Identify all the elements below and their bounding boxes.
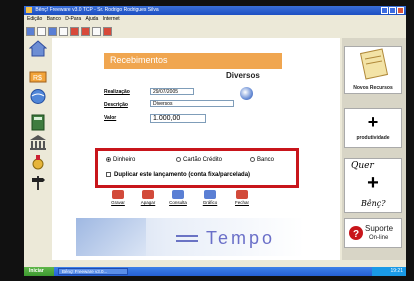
toolbar-print-icon[interactable] xyxy=(81,27,90,36)
home-icon[interactable] xyxy=(28,40,48,57)
refresh-icon[interactable] xyxy=(240,87,253,100)
consulta-button[interactable]: Consulta xyxy=(166,189,190,205)
ad-banner[interactable]: Tempo xyxy=(76,218,304,256)
fechar-button[interactable]: Fechar xyxy=(230,189,254,205)
right-panel: Novos Recursos + produtividade Quer + Bê… xyxy=(342,38,406,260)
valor-label: Valor xyxy=(104,115,117,121)
menu-item-edicao[interactable]: Edição xyxy=(27,16,42,22)
app-icon xyxy=(26,7,32,13)
apagar-button[interactable]: Apagar xyxy=(136,189,160,205)
money-icon[interactable]: R$ xyxy=(29,68,47,85)
save-icon xyxy=(112,190,124,199)
close-form-icon xyxy=(236,190,248,199)
toolbar xyxy=(24,23,406,36)
minimize-button[interactable] xyxy=(381,7,388,14)
novos-recursos-card[interactable]: Novos Recursos xyxy=(344,46,402,94)
gravar-button[interactable]: Gravar xyxy=(106,189,130,205)
svg-text:?: ? xyxy=(353,229,359,240)
toolbar-bookmark-icon[interactable] xyxy=(70,27,79,36)
duplicate-checkbox-label: Duplicar este lançamento (conta fixa/par… xyxy=(114,172,251,178)
radio-dinheiro-label: Dinheiro xyxy=(113,157,136,163)
plus-icon: + xyxy=(367,112,379,132)
fechar-button-label: Fechar xyxy=(234,200,249,205)
delete-icon xyxy=(142,190,154,199)
menu-item-internet[interactable]: Internet xyxy=(103,16,120,22)
duplicate-checkbox-box xyxy=(106,172,111,177)
apagar-button-label: Apagar xyxy=(140,200,156,205)
suporte-label: Suporte xyxy=(365,224,394,233)
produtividade-label: produtividade xyxy=(356,135,390,141)
svg-text:R$: R$ xyxy=(33,75,42,82)
realizacao-input[interactable]: 29/07/2005 xyxy=(150,88,194,95)
novos-recursos-label: Novos Recursos xyxy=(353,85,393,91)
radio-dinheiro[interactable]: Dinheiro xyxy=(106,157,135,163)
menu-item-banco[interactable]: Banco xyxy=(47,16,61,22)
radio-banco[interactable]: Banco xyxy=(250,157,274,163)
valor-input[interactable]: 1.000,00 xyxy=(150,114,206,123)
descricao-label: Descrição xyxy=(104,102,128,108)
menu-bar: Edição Banco D-Para Ajuda Internet xyxy=(24,15,406,23)
descricao-select[interactable]: Diversos xyxy=(150,100,234,107)
toolbar-exit-icon[interactable] xyxy=(103,27,112,36)
calculator-icon[interactable] xyxy=(29,114,47,131)
system-tray-clock: 19:21 xyxy=(372,267,406,276)
radio-dinheiro-indicator xyxy=(106,157,111,162)
suporte-card[interactable]: ? Suporte On-line xyxy=(344,218,402,248)
help-icon: ? xyxy=(349,226,363,240)
toolbar-home-icon[interactable] xyxy=(48,27,57,36)
radio-cartao-indicator xyxy=(176,157,181,162)
quer-bene-text: Bênç? xyxy=(361,199,386,208)
menu-item-dpara[interactable]: D-Para xyxy=(65,16,81,22)
quer-plus-icon: + xyxy=(367,172,379,194)
start-button[interactable]: Iniciar xyxy=(24,267,54,276)
application-screen: Bênç! Freeware v3.0 TCP - Sr. Rodrigo Ro… xyxy=(24,6,406,276)
form-header-title: Recebimentos xyxy=(110,55,168,65)
window-titlebar: Bênç! Freeware v3.0 TCP - Sr. Rodrigo Ro… xyxy=(24,6,406,15)
maximize-button[interactable] xyxy=(389,7,396,14)
form-button-bar: Gravar Apagar Consulta Gráfico Fechar xyxy=(106,189,286,211)
medal-icon[interactable] xyxy=(29,154,47,171)
radio-cartao[interactable]: Cartão Crédito xyxy=(176,157,222,163)
globe-icon[interactable] xyxy=(29,88,47,105)
bank-icon[interactable] xyxy=(29,134,47,151)
realizacao-label: Realização xyxy=(104,89,130,95)
form-header: Recebimentos xyxy=(104,53,282,69)
quer-card[interactable]: Quer + Bênç? xyxy=(344,158,402,213)
consulta-button-label: Consulta xyxy=(169,200,187,205)
radio-cartao-label: Cartão Crédito xyxy=(183,157,223,163)
toolbar-help-icon[interactable] xyxy=(92,27,101,36)
duplicate-checkbox[interactable]: Duplicar este lançamento (conta fixa/par… xyxy=(106,172,250,178)
taskbar-app-button[interactable]: Bênç! Freeware v3.0... xyxy=(58,268,128,275)
toolbar-back-icon[interactable] xyxy=(26,27,35,36)
gravar-button-label: Gravar xyxy=(111,200,125,205)
signpost-icon[interactable] xyxy=(29,174,47,191)
search-icon xyxy=(172,190,184,199)
notepad-icon xyxy=(359,48,389,80)
menu-item-ajuda[interactable]: Ajuda xyxy=(86,16,99,22)
quer-text: Quer xyxy=(351,161,374,171)
online-label: On-line xyxy=(369,235,389,241)
toolbar-forward-icon[interactable] xyxy=(37,27,46,36)
window-title: Bênç! Freeware v3.0 TCP - Sr. Rodrigo Ro… xyxy=(35,7,159,13)
grafico-button-label: Gráfico xyxy=(202,200,218,205)
left-sidebar: R$ xyxy=(24,38,51,260)
produtividade-card[interactable]: + produtividade xyxy=(344,108,402,148)
payment-options-highlight: Dinheiro Cartão Crédito Banco Duplicar e… xyxy=(95,148,299,188)
toolbar-refresh-icon[interactable] xyxy=(59,27,68,36)
chart-icon xyxy=(204,190,216,199)
grafico-button[interactable]: Gráfico xyxy=(198,189,222,205)
radio-banco-indicator xyxy=(250,157,255,162)
banner-wave-icon xyxy=(176,235,198,237)
form-category: Diversos xyxy=(226,71,260,80)
banner-text: Tempo xyxy=(206,228,276,248)
close-button[interactable] xyxy=(397,7,404,14)
taskbar: Iniciar Bênç! Freeware v3.0... 19:21 xyxy=(24,267,406,276)
radio-banco-label: Banco xyxy=(257,157,275,163)
banner-image xyxy=(76,218,146,256)
